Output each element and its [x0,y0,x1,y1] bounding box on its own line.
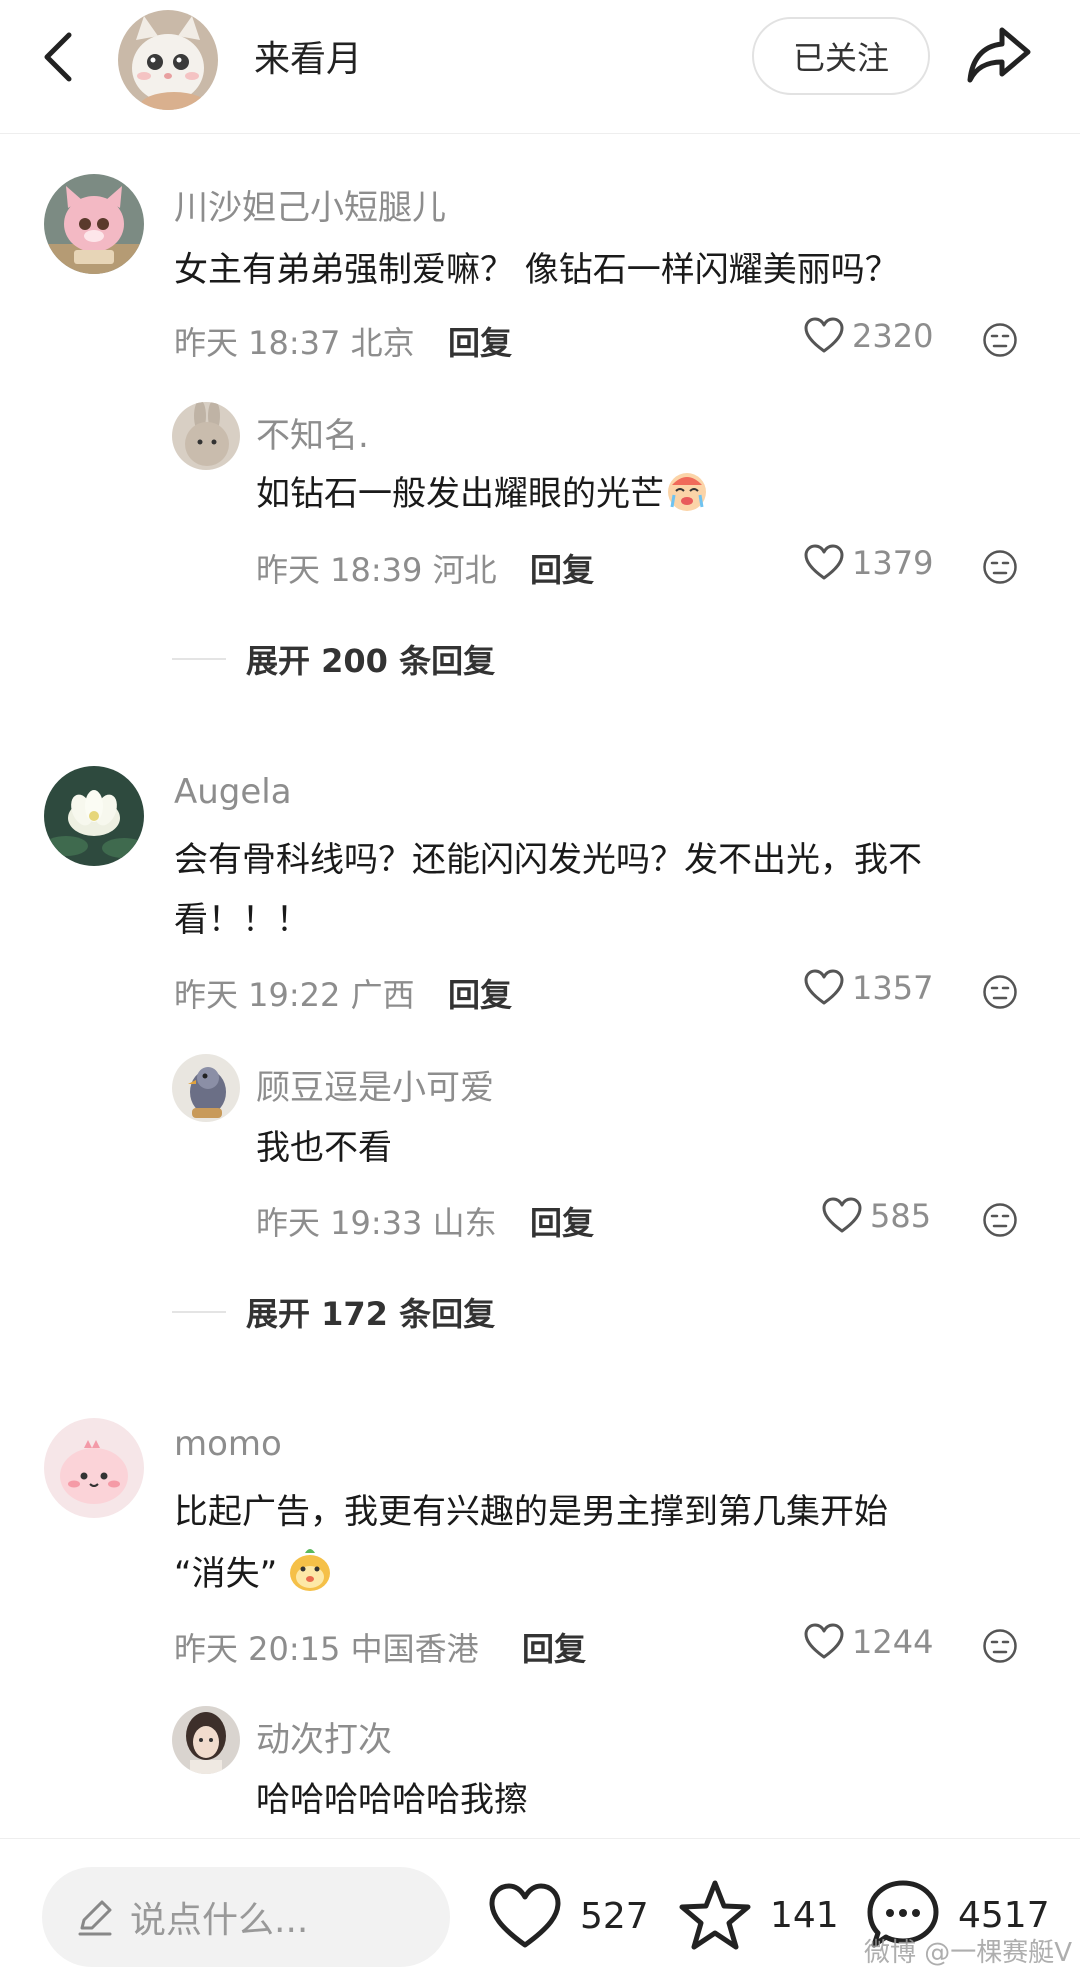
comment-input-placeholder: 说点什么... [130,1900,309,1941]
heart-icon [804,317,844,353]
reply-button[interactable]: 回复 [530,545,594,591]
replier-name[interactable]: 动次打次 [256,1712,392,1761]
replier-name[interactable]: 顾豆逗是小可爱 [256,1060,494,1109]
like-count: 585 [870,1197,932,1235]
bun-face-emoji-icon [290,1549,331,1591]
heart-icon [489,1883,561,1948]
dislike-face-icon[interactable] [982,1202,1018,1238]
reply-time-location: 昨天 18:39 河北 [256,551,497,589]
commenter-avatar[interactable] [44,174,144,274]
commenter-avatar[interactable] [44,1418,144,1518]
author-avatar[interactable] [118,10,218,110]
dislike-face-icon[interactable] [982,974,1018,1010]
dislike-face-icon[interactable] [982,1628,1018,1664]
expand-replies-button[interactable]: 展开 200 条回复 [172,636,495,682]
like-count: 2320 [852,317,934,355]
crying-face-emoji-icon [668,473,706,511]
comment-time-location: 昨天 19:22 广西 [174,976,415,1014]
star-icon [679,1880,751,1950]
reply-text: 哈哈哈哈哈哈我擦 [256,1780,528,1820]
commenter-name[interactable]: Augela [174,772,292,812]
reply-button[interactable]: 回复 [448,318,512,364]
like-button[interactable]: 1244 [804,1623,933,1661]
comment-text-line-1: 会有骨科线吗？还能闪闪发光吗？发不出光，我不 [174,840,922,880]
like-button[interactable]: 2320 [804,317,933,355]
follow-button[interactable]: 已关注 [752,17,930,95]
dislike-face-icon[interactable] [982,322,1018,358]
like-button[interactable]: 1379 [804,544,933,582]
share-button[interactable] [964,22,1034,88]
reply-time-location: 昨天 19:33 山东 [256,1204,497,1242]
like-button[interactable]: 585 [822,1197,931,1235]
reply-text: 如钻石一般发出耀眼的光芒 [256,464,710,524]
reply-button[interactable]: 回复 [522,1624,586,1670]
share-icon [967,27,1031,83]
comment-input[interactable]: 说点什么... [42,1867,450,1967]
replier-avatar[interactable] [172,1706,240,1774]
commenter-name[interactable]: 川沙妲己小短腿儿 [174,180,446,229]
watermark: 微博 @一棵赛艇V [863,1938,1072,1968]
favorite-button[interactable]: 141 [678,1879,839,1951]
reply-button[interactable]: 回复 [530,1198,594,1244]
replier-avatar[interactable] [172,402,240,470]
divider-line [172,658,226,660]
comment-time-location: 昨天 20:15 中国香港 [174,1630,479,1668]
chevron-left-icon [44,32,72,82]
post-like-count: 527 [580,1895,649,1937]
heart-icon [822,1197,862,1233]
post-like-button[interactable]: 527 [488,1883,649,1949]
back-button[interactable] [36,26,80,88]
favorite-count: 141 [770,1894,839,1936]
heart-icon [804,969,844,1005]
page-title: 来看月 [254,39,363,80]
comment-text-line-1: 比起广告，我更有兴趣的是男主撑到第几集开始 [174,1492,888,1532]
commenter-name[interactable]: momo [174,1424,282,1464]
comment-count: 4517 [958,1894,1050,1936]
like-count: 1379 [852,544,934,582]
divider-line [172,1311,226,1313]
comment-time-location: 昨天 18:37 北京 [174,324,415,362]
reply-text: 我也不看 [256,1128,392,1168]
comment-text-line-2: “消失” [174,1544,333,1604]
heart-icon [804,1623,844,1659]
dislike-face-icon[interactable] [982,549,1018,585]
expand-replies-button[interactable]: 展开 172 条回复 [172,1289,495,1335]
comment-text-line-2: 看！！！ [174,900,310,940]
top-bar: 来看月 已关注 [0,0,1080,134]
bottom-action-bar: 说点什么... 527 141 4517 微博 @一棵赛艇V [0,1838,1080,1983]
replier-avatar[interactable] [172,1054,240,1122]
comment-text: 女主有弟弟强制爱嘛？ 像钻石一样闪耀美丽吗？ [174,250,899,290]
like-count: 1357 [852,969,934,1007]
reply-button[interactable]: 回复 [448,970,512,1016]
replier-name[interactable]: 不知名. [256,408,369,457]
like-button[interactable]: 1357 [804,969,933,1007]
pencil-icon [78,1900,112,1936]
heart-icon [804,544,844,580]
like-count: 1244 [852,1623,934,1661]
commenter-avatar[interactable] [44,766,144,866]
